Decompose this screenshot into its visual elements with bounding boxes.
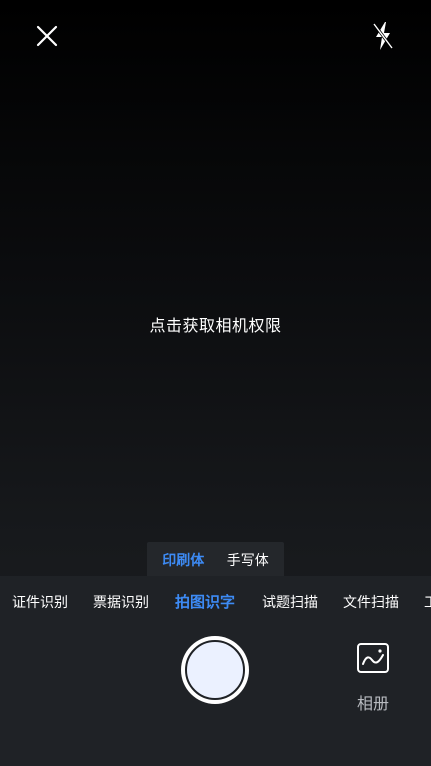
recognition-mode-toggle: 印刷体 手写体 xyxy=(147,542,284,578)
flash-off-icon xyxy=(372,22,394,50)
tab-photo-text[interactable]: 拍图识字 xyxy=(175,591,235,612)
scan-mode-tabs[interactable]: 证件识别 票据识别 拍图识字 试题扫描 文件扫描 工 xyxy=(0,576,431,624)
tab-exam-scan[interactable]: 试题扫描 xyxy=(262,592,318,612)
bottom-control-panel: 证件识别 票据识别 拍图识字 试题扫描 文件扫描 工 相册 xyxy=(0,576,431,766)
image-icon xyxy=(357,643,389,673)
tab-receipt[interactable]: 票据识别 xyxy=(93,592,149,612)
flash-toggle-button[interactable] xyxy=(370,20,396,52)
tab-more[interactable]: 工 xyxy=(424,592,431,612)
camera-screen: 点击获取相机权限 印刷体 手写体 证件识别 票据识别 拍图识字 试题扫描 文件扫… xyxy=(0,0,431,766)
tab-document-scan[interactable]: 文件扫描 xyxy=(343,592,399,612)
shutter-button[interactable] xyxy=(181,636,249,704)
shutter-inner xyxy=(185,640,245,700)
close-button[interactable] xyxy=(33,22,61,50)
mode-option-handwritten[interactable]: 手写体 xyxy=(227,550,269,570)
album-button[interactable]: 相册 xyxy=(350,642,398,716)
close-icon xyxy=(36,25,58,47)
camera-permission-prompt[interactable]: 点击获取相机权限 xyxy=(0,312,431,336)
tab-id-card[interactable]: 证件识别 xyxy=(12,592,68,612)
mode-option-printed[interactable]: 印刷体 xyxy=(162,550,204,570)
album-label: 相册 xyxy=(356,694,389,713)
